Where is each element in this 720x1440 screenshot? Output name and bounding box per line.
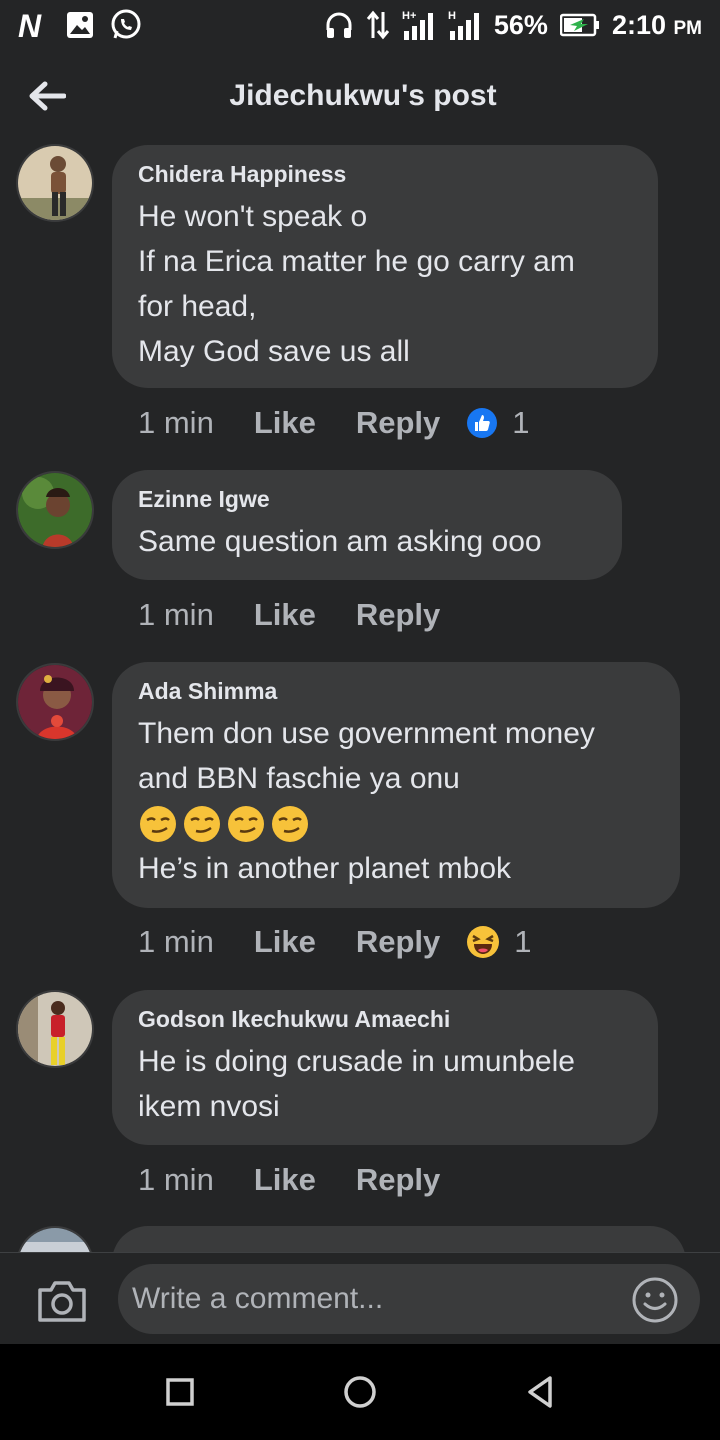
like-button[interactable]: Like: [254, 924, 316, 960]
smirk-emoji-icon: [184, 805, 220, 842]
comment-actions: 1 min Like Reply: [138, 1162, 480, 1198]
avatar[interactable]: [16, 1226, 94, 1252]
avatar[interactable]: [16, 663, 94, 741]
reply-button[interactable]: Reply: [356, 1162, 440, 1198]
reply-button[interactable]: Reply: [356, 597, 440, 633]
comment-time[interactable]: 1 min: [138, 405, 214, 441]
smiley-icon: [632, 1277, 678, 1323]
gallery-icon: [66, 11, 94, 39]
comment-actions: 1 min Like Reply 1: [138, 405, 530, 441]
comment-author[interactable]: Chidera Happiness: [138, 161, 632, 188]
comment-composer: [0, 1252, 720, 1344]
data-transfer-icon: [366, 10, 390, 40]
clock: 2:10 PM: [611, 9, 702, 40]
comment-input[interactable]: [118, 1264, 700, 1334]
system-nav-bar: [0, 1344, 720, 1440]
square-icon: [166, 1378, 194, 1406]
reply-button[interactable]: Reply: [356, 405, 440, 441]
n-app-icon: N: [18, 10, 50, 40]
svg-text:N: N: [18, 10, 42, 40]
svg-text:H: H: [448, 10, 456, 22]
headphones-icon: [324, 10, 354, 40]
comment-time[interactable]: 1 min: [138, 1162, 214, 1198]
smirk-emoji-icon: [228, 805, 264, 842]
comment-time[interactable]: 1 min: [138, 924, 214, 960]
reaction-count[interactable]: 1: [466, 405, 530, 441]
camera-icon: [38, 1281, 86, 1322]
avatar[interactable]: [16, 144, 94, 222]
comment-text: Same question am asking ooo: [138, 525, 542, 558]
smirk-emoji-icon: [140, 805, 176, 842]
reaction-number: 1: [512, 405, 530, 440]
comment-text: Them don use government money and BBN fa…: [138, 717, 595, 795]
header: Jidechukwu's post: [0, 55, 720, 140]
status-bar: N H+ H 56% 2:10 PM: [0, 0, 720, 50]
comment-bubble: Ezinne Igwe Same question am asking ooo: [112, 470, 622, 580]
page-title: Jidechukwu's post: [229, 79, 497, 112]
svg-text:H+: H+: [402, 10, 416, 22]
home-button[interactable]: [340, 1372, 380, 1412]
whatsapp-icon: [110, 9, 142, 41]
comment-text: He is doing crusade in umunbele ikem nvo…: [138, 1045, 575, 1123]
smirk-emoji-icon: [272, 805, 308, 842]
battery-percent: 56%: [493, 9, 548, 40]
camera-button[interactable]: [36, 1278, 88, 1324]
recents-button[interactable]: [160, 1372, 200, 1412]
like-button[interactable]: Like: [254, 1162, 316, 1198]
comment-bubble: Godson Ikechukwu Amaechi He is doing cru…: [112, 990, 658, 1145]
comment-actions: 1 min Like Reply: [138, 597, 480, 633]
comment-text: He’s in another planet mbok: [138, 852, 512, 885]
avatar[interactable]: [16, 990, 94, 1068]
emoji-button[interactable]: [630, 1275, 680, 1325]
reaction-count[interactable]: 1: [466, 924, 532, 960]
triangle-back-icon: [528, 1376, 552, 1408]
comment-list: Chidera Happiness He won't speak o If na…: [0, 140, 720, 1252]
like-icon: [467, 408, 498, 438]
avatar[interactable]: [16, 471, 94, 549]
back-nav-button[interactable]: [520, 1372, 560, 1412]
comment-bubble: Chidera Happiness He won't speak o If na…: [112, 145, 658, 388]
emoji-row: [138, 801, 654, 846]
haha-icon: [467, 926, 500, 958]
comment-author[interactable]: Ezinne Igwe: [138, 486, 596, 513]
battery-icon: [559, 13, 600, 37]
like-button[interactable]: Like: [254, 597, 316, 633]
comment-bubble: Ada Shimma Them don use government money…: [112, 662, 680, 908]
comment-author[interactable]: Ada Shimma: [138, 678, 654, 705]
comment-text: He won't speak o If na Erica matter he g…: [138, 200, 575, 368]
comment-author[interactable]: Godson Ikechukwu Amaechi: [138, 1006, 632, 1033]
reply-button[interactable]: Reply: [356, 924, 440, 960]
signal-icon-1: H+: [402, 9, 436, 41]
like-button[interactable]: Like: [254, 405, 316, 441]
circle-icon: [344, 1376, 376, 1408]
comment-bubble: [112, 1226, 686, 1252]
signal-icon-2: H: [448, 9, 482, 41]
comment-time[interactable]: 1 min: [138, 597, 214, 633]
comment-actions: 1 min Like Reply 1: [138, 924, 532, 960]
reaction-number: 1: [514, 924, 532, 959]
